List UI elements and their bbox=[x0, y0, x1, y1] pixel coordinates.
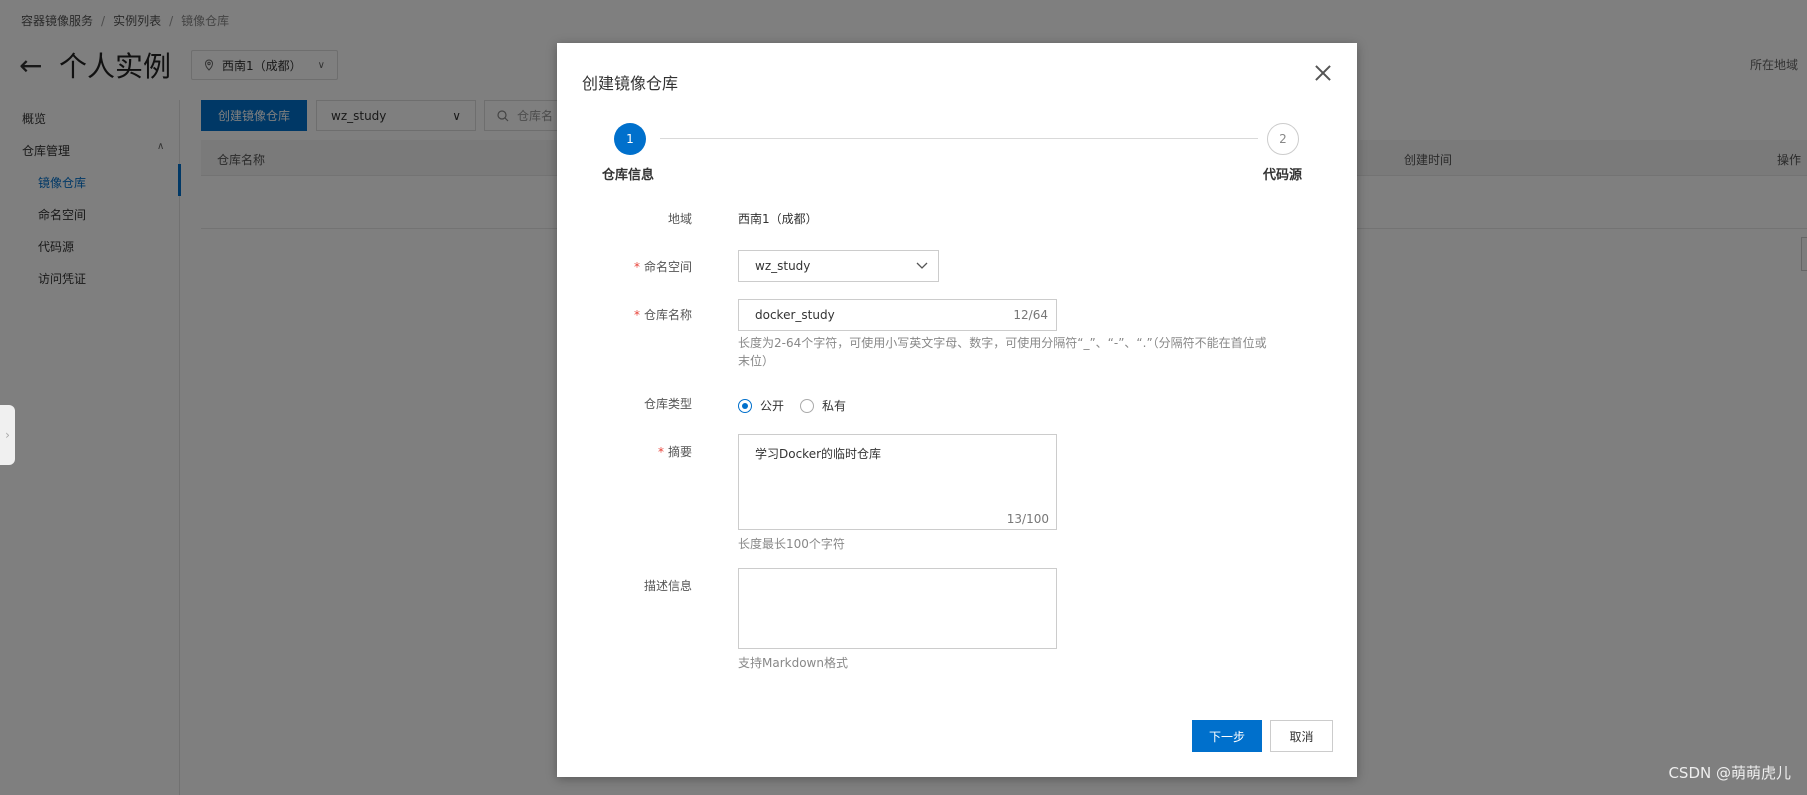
step-2-indicator: 2 bbox=[1267, 123, 1299, 155]
repo-type-public-label: 公开 bbox=[760, 399, 785, 413]
create-repo-dialog: 创建镜像仓库 1 2 仓库信息 代码源 地域 西南1（成都） * 命名空间 wz_… bbox=[557, 43, 1357, 777]
summary-label-text: 摘要 bbox=[667, 445, 692, 459]
region-field-label: 地域 bbox=[667, 212, 692, 226]
watermark: CSDN @萌萌虎儿 bbox=[1668, 764, 1791, 782]
chevron-down-icon bbox=[916, 262, 928, 269]
repo-name-value: docker_study bbox=[755, 308, 835, 322]
required-mark: * bbox=[633, 260, 640, 274]
repo-type-radio-group: 公开 私有 bbox=[738, 397, 846, 414]
repo-type-field-label: 仓库类型 bbox=[643, 397, 692, 411]
description-field-label: 描述信息 bbox=[643, 579, 692, 593]
repo-name-label-text: 仓库名称 bbox=[643, 308, 692, 322]
summary-hint: 长度最长100个字符 bbox=[738, 537, 845, 551]
required-mark: * bbox=[633, 308, 640, 322]
repo-type-public-radio[interactable]: 公开 bbox=[738, 397, 784, 414]
repo-name-hint-line-1: 长度为2-64个字符，可使用小写英文字母、数字，可使用分隔符“_”、“-”、“.… bbox=[738, 336, 1267, 350]
repo-name-field-label: * 仓库名称 bbox=[634, 306, 692, 323]
summary-value: 学习Docker的临时仓库 bbox=[755, 447, 882, 461]
dialog-title: 创建镜像仓库 bbox=[582, 74, 679, 93]
namespace-field-label: * 命名空间 bbox=[634, 258, 692, 275]
required-mark: * bbox=[657, 445, 664, 459]
repo-type-private-radio[interactable]: 私有 bbox=[800, 397, 846, 414]
radio-unchecked-icon bbox=[800, 398, 815, 413]
summary-field-label: * 摘要 bbox=[658, 443, 692, 460]
repo-name-input[interactable]: docker_study 12/64 bbox=[738, 299, 1057, 331]
summary-counter: 13/100 bbox=[1006, 512, 1049, 526]
next-step-button[interactable]: 下一步 bbox=[1192, 720, 1262, 752]
namespace-label-text: 命名空间 bbox=[643, 260, 692, 274]
step-1-indicator: 1 bbox=[614, 123, 646, 155]
namespace-select-value: wz_study bbox=[755, 259, 811, 273]
step-1-label: 仓库信息 bbox=[602, 168, 655, 183]
chevron-right-icon: › bbox=[5, 428, 10, 442]
repo-name-hint: 长度为2-64个字符，可使用小写英文字母、数字，可使用分隔符“_”、“-”、“.… bbox=[738, 334, 1267, 370]
radio-checked-icon bbox=[738, 398, 752, 413]
namespace-select[interactable]: wz_study bbox=[738, 250, 939, 282]
description-textarea[interactable] bbox=[738, 568, 1057, 649]
repo-name-hint-line-2: 末位） bbox=[738, 354, 775, 368]
step-2-label: 代码源 bbox=[1263, 168, 1303, 183]
summary-textarea[interactable]: 学习Docker的临时仓库 13/100 bbox=[738, 434, 1057, 530]
close-icon[interactable] bbox=[1311, 61, 1335, 85]
repo-type-private-label: 私有 bbox=[822, 399, 847, 413]
cancel-button[interactable]: 取消 bbox=[1270, 720, 1333, 752]
steps-connector bbox=[660, 138, 1258, 139]
repo-name-counter: 12/64 bbox=[1013, 308, 1048, 322]
sidebar-toggle-handle[interactable]: › bbox=[0, 405, 15, 465]
description-hint: 支持Markdown格式 bbox=[738, 656, 848, 670]
region-field-value: 西南1（成都） bbox=[738, 212, 818, 226]
